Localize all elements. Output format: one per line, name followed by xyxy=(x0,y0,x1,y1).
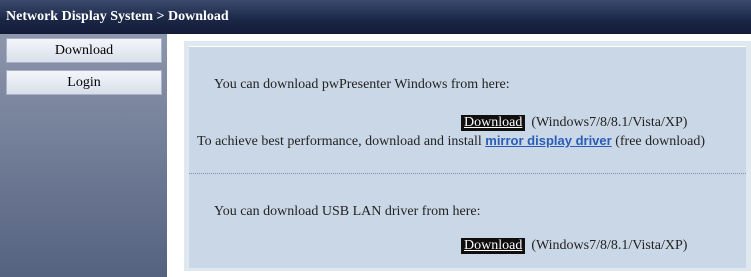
page-title: Network Display System > Download xyxy=(6,9,229,24)
section-divider xyxy=(189,173,746,174)
download-panel: You can download pwPresenter Windows fro… xyxy=(189,46,746,268)
sidebar-item-login[interactable]: Login xyxy=(6,70,162,95)
perf-note-suffix: (free download) xyxy=(611,134,706,149)
sidebar-item-label: Download xyxy=(54,43,114,58)
performance-note: To achieve best performance, download an… xyxy=(197,133,707,150)
sidebar: Download Login xyxy=(0,34,167,277)
usb-lan-intro-text: You can download USB LAN driver from her… xyxy=(214,204,481,219)
usb-lan-download-button[interactable]: Download xyxy=(461,238,526,254)
pwpresenter-download-row: Download (Windows7/8/8.1/Vista/XP) xyxy=(461,115,687,131)
os-compat-text: (Windows7/8/8.1/Vista/XP) xyxy=(531,115,688,130)
sidebar-item-label: Login xyxy=(67,75,101,90)
usb-lan-download-row: Download (Windows7/8/8.1/Vista/XP) xyxy=(461,238,687,254)
pwpresenter-intro-text: You can download pwPresenter Windows fro… xyxy=(214,77,510,92)
pwpresenter-download-button[interactable]: Download xyxy=(461,115,526,131)
mirror-display-driver-link[interactable]: mirror display driver xyxy=(485,133,611,148)
os-compat-text: (Windows7/8/8.1/Vista/XP) xyxy=(531,238,688,253)
sidebar-item-download[interactable]: Download xyxy=(6,38,162,63)
window-title-bar: Network Display System > Download xyxy=(0,0,751,34)
main-content: You can download pwPresenter Windows fro… xyxy=(184,41,751,271)
perf-note-prefix: To achieve best performance, download an… xyxy=(197,134,486,149)
